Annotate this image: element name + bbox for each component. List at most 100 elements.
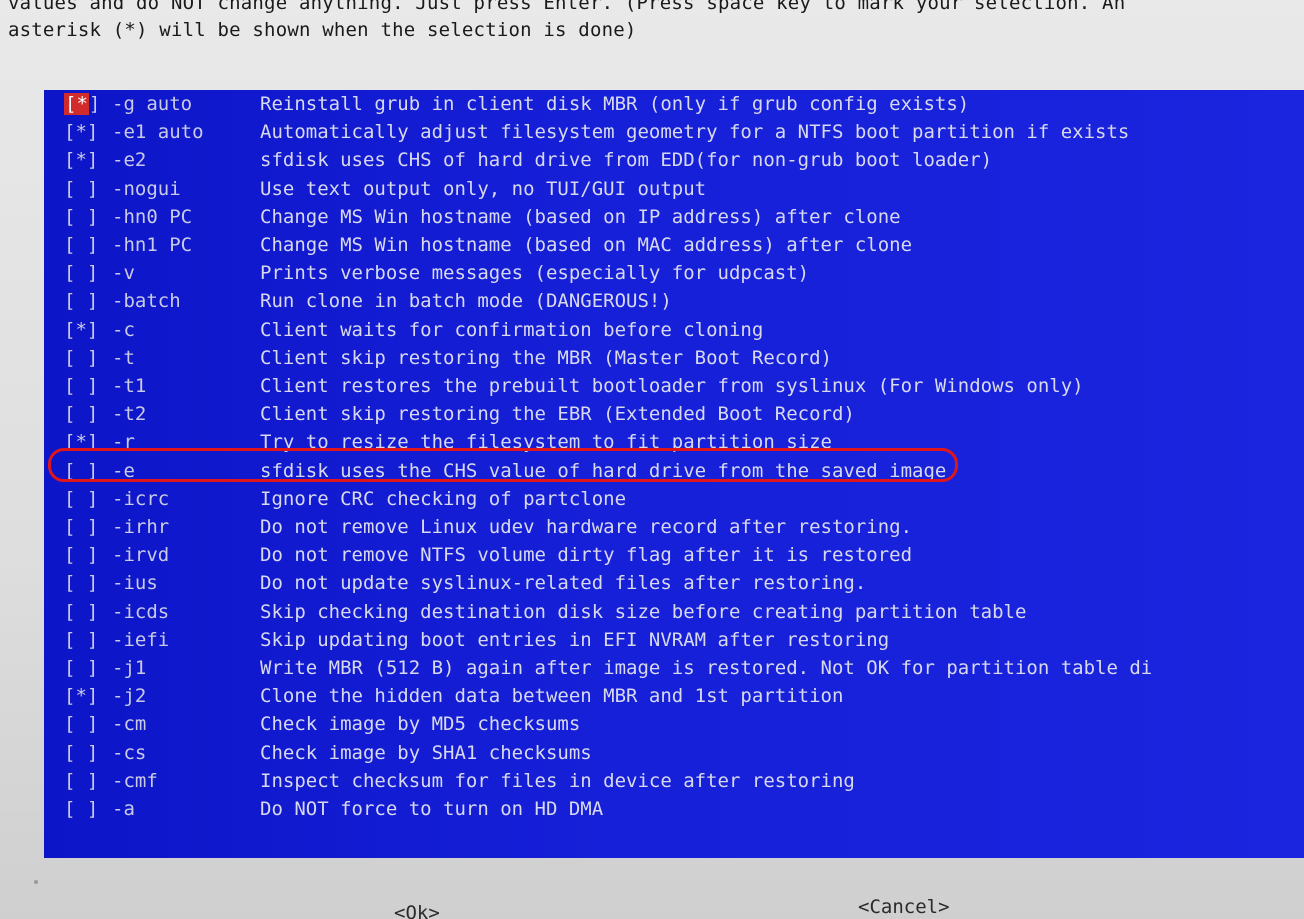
option-row[interactable]: [*] -g auto Reinstall grub in client disk … [44, 90, 1304, 118]
option-checkbox[interactable]: [*] [44, 93, 112, 115]
option-row[interactable]: [ ] -hn1 PC Change MS Win hostname (based … [44, 231, 1304, 259]
option-description: Change MS Win hostname (based on IP addr… [260, 205, 901, 228]
option-description: Reinstall grub in client disk MBR (only … [260, 93, 970, 115]
option-description: Skip updating boot entries in EFI NVRAM … [260, 628, 890, 651]
option-checkbox[interactable]: [*] [44, 685, 112, 707]
option-description: Write MBR (512 B) again after image is r… [260, 657, 1153, 679]
dialog-buttons: <Ok> <Cancel> [0, 896, 1304, 919]
option-checkbox[interactable]: [ ] [44, 601, 112, 623]
option-flag: -t [112, 346, 135, 369]
option-row[interactable]: [*] -j2 Clone the hidden data between MBR … [44, 682, 1304, 710]
option-flag: -e1 auto [112, 121, 204, 144]
option-flag: -ius [112, 572, 158, 595]
option-flag: -batch [112, 290, 181, 313]
option-description: Check image by MD5 checksums [260, 713, 581, 736]
option-flag: -nogui [112, 177, 181, 200]
instruction-text: values and do NOT change anything. Just … [8, 0, 1304, 44]
option-flag: -t1 [112, 375, 147, 397]
option-row[interactable]: [ ] -irvd Do not remove NTFS volume dirty … [44, 541, 1304, 569]
option-row[interactable]: [ ] -t2 Client skip restoring the EBR (Ext… [44, 400, 1304, 428]
option-flag: -g auto [112, 93, 193, 115]
option-flag: -v [112, 262, 135, 285]
option-row[interactable]: [ ] -j1 Write MBR (512 B) again after imag… [44, 654, 1304, 682]
option-flag: -r [112, 431, 135, 454]
option-row[interactable]: [ ] -v Prints verbose messages (especially… [44, 259, 1304, 287]
option-description: Do not remove Linux udev hardware record… [260, 516, 913, 538]
clonezilla-screen: values and do NOT change anything. Just … [0, 0, 1304, 919]
option-row[interactable]: [ ] -cs Check image by SHA1 checksums [44, 739, 1304, 767]
option-row[interactable]: [ ] -irhr Do not remove Linux udev hardwar… [44, 513, 1304, 541]
advanced-options-list[interactable]: [*] -g auto Reinstall grub in client disk … [44, 90, 1304, 858]
option-row[interactable]: [ ] -icds Skip checking destination disk s… [44, 598, 1304, 626]
option-checkbox[interactable]: [ ] [44, 178, 112, 200]
option-row[interactable]: [*] -e1 auto Automatically adjust filesyst… [44, 118, 1304, 146]
option-row[interactable]: [ ] -ius Do not update syslinux-related fi… [44, 569, 1304, 597]
cursor-highlight: [* [64, 93, 89, 115]
option-checkbox[interactable]: [ ] [44, 460, 112, 482]
option-description: Skip checking destination disk size befo… [260, 600, 1027, 623]
option-description: Clone the hidden data between MBR and 1s… [260, 685, 844, 708]
option-checkbox[interactable]: [ ] [44, 798, 112, 820]
option-checkbox[interactable]: [ ] [44, 234, 112, 256]
option-row[interactable]: [ ] -nogui Use text output only, no TUI/GU… [44, 175, 1304, 203]
option-checkbox[interactable]: [ ] [44, 403, 112, 425]
option-description: Inspect checksum for files in device aft… [260, 769, 855, 792]
option-checkbox[interactable]: [ ] [44, 375, 112, 397]
option-checkbox[interactable]: [ ] [44, 629, 112, 651]
option-description: Change MS Win hostname (based on MAC add… [260, 234, 913, 256]
option-row[interactable]: [ ] -hn0 PC Change MS Win hostname (based … [44, 203, 1304, 231]
option-description: Automatically adjust filesystem geometry… [260, 121, 1130, 144]
option-checkbox[interactable]: [ ] [44, 262, 112, 284]
option-flag: -irvd [112, 544, 170, 567]
option-row[interactable]: [ ] -a Do NOT force to turn on HD DMA [44, 795, 1304, 823]
option-checkbox[interactable]: [ ] [44, 290, 112, 312]
option-flag: -e [112, 459, 135, 482]
checkbox-rest: ] [88, 93, 101, 115]
option-flag: -iefi [112, 628, 170, 651]
option-checkbox[interactable]: [ ] [44, 347, 112, 369]
option-checkbox[interactable]: [*] [44, 431, 112, 453]
option-flag: -icds [112, 600, 170, 623]
option-description: Client restores the prebuilt bootloader … [260, 375, 1084, 397]
option-description: Do NOT force to turn on HD DMA [260, 798, 604, 820]
option-checkbox[interactable]: [ ] [44, 572, 112, 594]
instruction-line-1: values and do NOT change anything. Just … [8, 0, 1126, 14]
option-flag: -j2 [112, 685, 147, 708]
instruction-line-2: asterisk (*) will be shown when the sele… [8, 19, 637, 41]
option-description: Run clone in batch mode (DANGEROUS!) [260, 290, 672, 313]
option-checkbox[interactable]: [ ] [44, 206, 112, 228]
option-checkbox[interactable]: [ ] [44, 657, 112, 679]
option-row[interactable]: [ ] -iefi Skip updating boot entries in EF… [44, 626, 1304, 654]
option-row[interactable]: [*] -c Client waits for confirmation befor… [44, 316, 1304, 344]
option-description: Ignore CRC checking of partclone [260, 487, 627, 510]
option-flag: -cs [112, 741, 147, 764]
option-row[interactable]: [ ] -cm Check image by MD5 checksums [44, 710, 1304, 738]
ok-button[interactable]: <Ok> [394, 902, 440, 919]
option-flag: -e2 [112, 149, 147, 172]
cancel-button[interactable]: <Cancel> [858, 896, 950, 918]
option-flag: -t2 [112, 403, 147, 426]
option-description: Do not remove NTFS volume dirty flag aft… [260, 544, 913, 567]
option-checkbox[interactable]: [ ] [44, 488, 112, 510]
option-row[interactable]: [ ] -batch Run clone in batch mode (DANGER… [44, 287, 1304, 315]
option-checkbox[interactable]: [*] [44, 149, 112, 171]
option-row[interactable]: [ ] -cmf Inspect checksum for files in dev… [44, 767, 1304, 795]
option-flag: -icrc [112, 487, 170, 510]
option-description: sfdisk uses CHS of hard drive from EDD(f… [260, 149, 993, 172]
option-flag: -cmf [112, 769, 158, 792]
option-row[interactable]: [ ] -t1 Client restores the prebuilt bootl… [44, 372, 1304, 400]
option-checkbox[interactable]: [ ] [44, 770, 112, 792]
option-checkbox[interactable]: [ ] [44, 516, 112, 538]
option-row[interactable]: [*] -e2 sfdisk uses CHS of hard drive from… [44, 146, 1304, 174]
option-checkbox[interactable]: [*] [44, 121, 112, 143]
option-flag: -hn0 PC [112, 205, 193, 228]
option-description: Prints verbose messages (especially for … [260, 262, 810, 285]
option-checkbox[interactable]: [*] [44, 319, 112, 341]
option-row[interactable]: [ ] -t Client skip restoring the MBR (Mast… [44, 344, 1304, 372]
option-row[interactable]: [ ] -icrc Ignore CRC checking of partclone [44, 485, 1304, 513]
option-row[interactable]: [*] -r Try to resize the filesystem to fit… [44, 428, 1304, 456]
option-checkbox[interactable]: [ ] [44, 742, 112, 764]
option-row[interactable]: [ ] -e sfdisk uses the CHS value of hard d… [44, 457, 1304, 485]
option-checkbox[interactable]: [ ] [44, 544, 112, 566]
option-checkbox[interactable]: [ ] [44, 713, 112, 735]
